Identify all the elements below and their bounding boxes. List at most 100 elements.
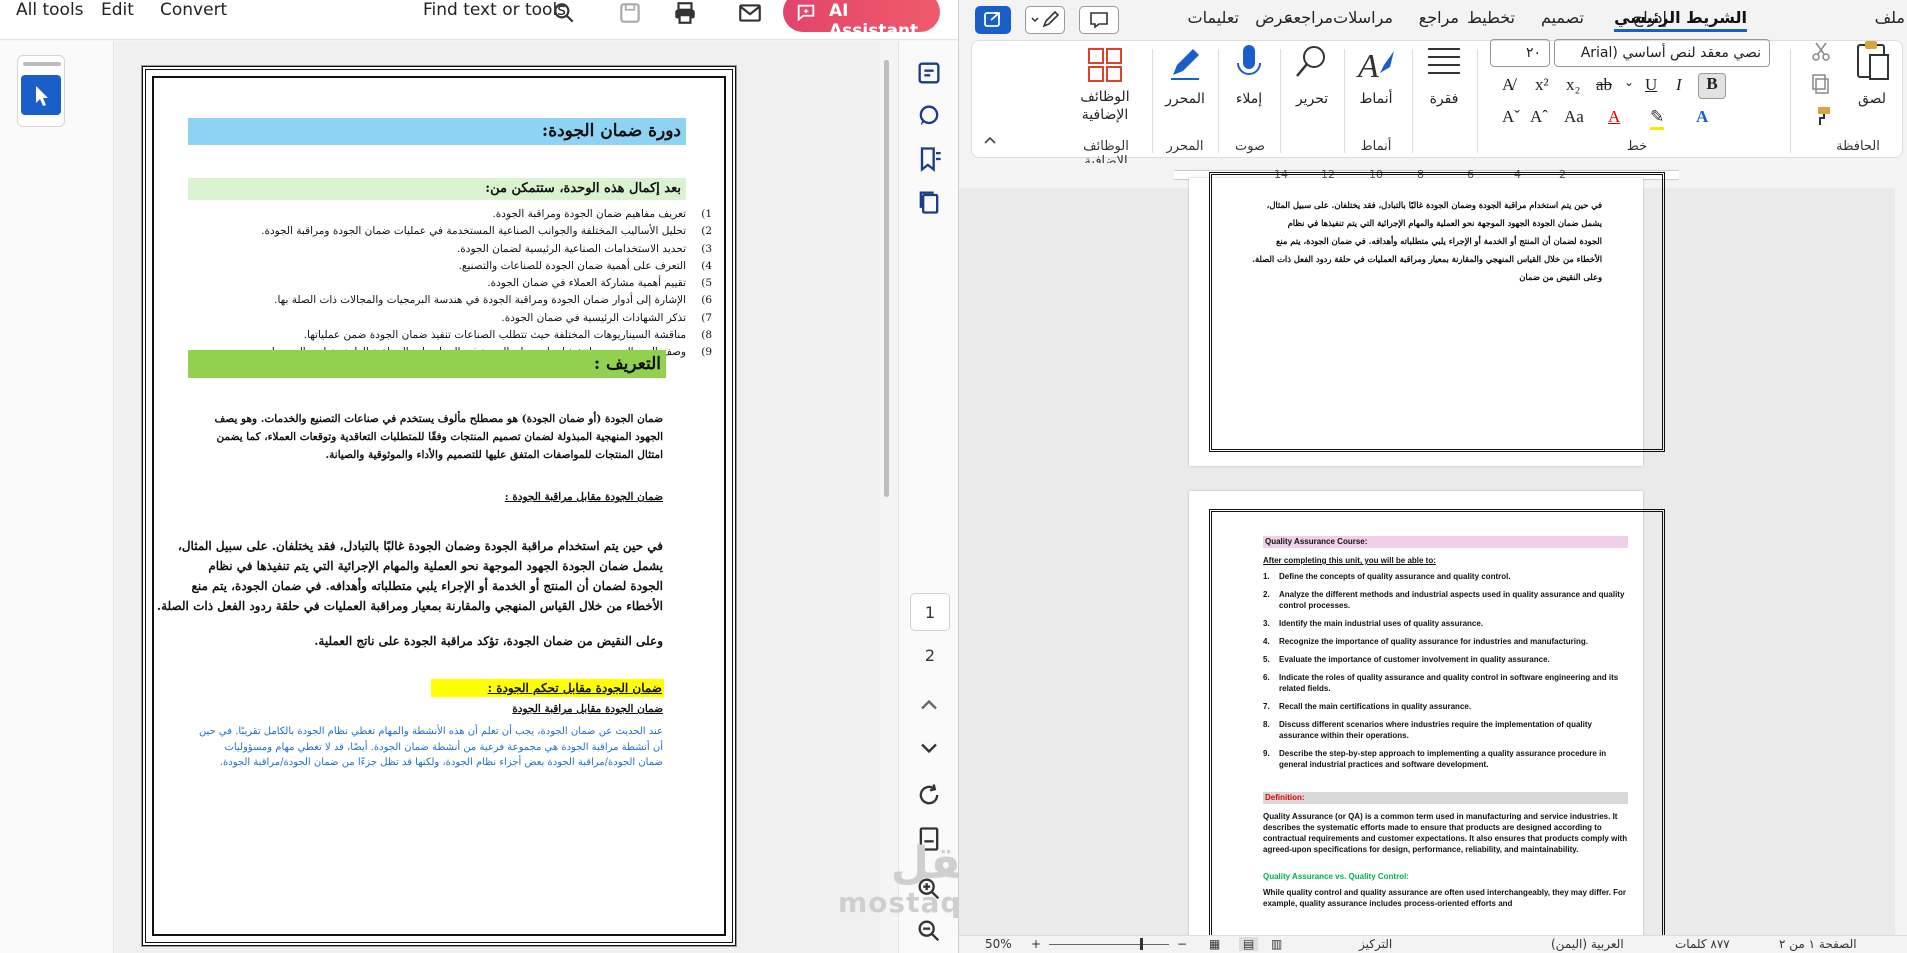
zoom-slider[interactable] xyxy=(1049,944,1169,945)
dictate-button-label[interactable]: إملاء xyxy=(1224,91,1274,107)
qa-vs-qc-closing: وعلى النقيض من ضمان الجودة، تؤكد مراقبة … xyxy=(314,634,663,648)
page-number-2[interactable]: 2 xyxy=(910,637,950,675)
menu-convert[interactable]: Convert xyxy=(160,0,227,20)
email-icon[interactable] xyxy=(737,0,763,26)
save-icon[interactable] xyxy=(617,0,643,26)
zoom-level[interactable]: 50% xyxy=(985,937,1012,951)
language-status[interactable]: العربية (اليمن) xyxy=(1551,937,1624,951)
pdf-scrollbar[interactable] xyxy=(884,60,889,497)
font-size-select[interactable]: ٢٠ xyxy=(1490,39,1550,67)
page-number-1[interactable]: 1 xyxy=(910,593,950,631)
paste-icon[interactable] xyxy=(1852,39,1892,83)
definition-heading: التعريف : xyxy=(188,350,666,378)
pdf-document-area[interactable]: دورة ضمان الجودة: بعد إكمال هذه الوحدة، … xyxy=(115,41,880,953)
menu-edit[interactable]: Edit xyxy=(101,0,134,20)
bold-button[interactable]: B xyxy=(1698,73,1726,99)
objective-item: 4) التعرف على أهمية ضمان الجودة للصناعات … xyxy=(188,258,732,275)
chevron-up-icon[interactable] xyxy=(915,691,943,719)
svg-text:A: A xyxy=(1356,48,1379,83)
highlight-icon[interactable]: ✎ xyxy=(1650,107,1665,130)
focus-mode[interactable]: التركيز xyxy=(1359,937,1392,951)
styles-button-label[interactable]: أنماط xyxy=(1350,91,1402,107)
comment-icon[interactable] xyxy=(915,102,943,130)
tab-6[interactable]: مراسلات xyxy=(1333,8,1393,27)
objective-text: مناقشة السيناريوهات المختلفة حيث تتطلب ا… xyxy=(303,329,686,342)
zoom-out-button[interactable]: − xyxy=(1177,937,1187,951)
zoom-in-button[interactable]: + xyxy=(1031,937,1041,951)
copy-icon[interactable] xyxy=(1810,73,1832,95)
font-name-select[interactable]: نصي معقد لنص أساسي (Arial xyxy=(1554,39,1770,67)
add-ins-icon[interactable] xyxy=(1087,47,1123,83)
highlighted-heading: ضمان الجودة مقابل تحكم الجودة : xyxy=(431,679,664,697)
find-icon[interactable] xyxy=(1292,43,1332,83)
objectives-intro: بعد إكمال هذه الوحدة، ستتمكن من: xyxy=(188,178,686,200)
word-vertical-scrollbar[interactable] xyxy=(1895,188,1907,935)
tab-4[interactable]: تخطيط xyxy=(1467,8,1515,27)
ai-assistant-button[interactable]: AI Assistant xyxy=(783,0,940,41)
print-icon[interactable] xyxy=(672,0,698,26)
format-painter-icon[interactable] xyxy=(1810,105,1832,127)
search-icon[interactable] xyxy=(551,0,577,26)
editor-icon[interactable] xyxy=(1165,45,1205,85)
web-layout-icon[interactable]: ▦ xyxy=(1209,937,1220,951)
page-status[interactable]: الصفحة ١ من ٢ xyxy=(1779,937,1857,951)
zoom-out-icon[interactable] xyxy=(915,917,943,945)
paragraph-icon[interactable] xyxy=(1426,45,1462,79)
objective-text: الإشارة إلى أدوار ضمان الجودة ومراقبة ال… xyxy=(274,294,686,307)
select-tool-button[interactable] xyxy=(21,75,61,115)
italic-icon[interactable]: I xyxy=(1676,75,1682,95)
paragraph-button-label[interactable]: فقرة xyxy=(1420,91,1468,107)
font-format-row-2: Aˇ Aˆ Aa A ✎ A xyxy=(1500,107,1770,133)
pages-icon[interactable] xyxy=(915,188,943,216)
pdf-right-rail: 1 2 xyxy=(898,41,958,953)
collapse-ribbon-icon[interactable] xyxy=(982,133,998,149)
zoom-slider-thumb[interactable] xyxy=(1140,938,1143,950)
menu-all-tools[interactable]: All tools xyxy=(16,0,84,20)
add-ins-button-label[interactable]: الوظائف الإضافية xyxy=(1068,88,1142,124)
objective-number: 2) xyxy=(701,225,712,238)
styles-icon[interactable]: A xyxy=(1356,43,1396,83)
text-effects-icon[interactable]: A xyxy=(1696,107,1708,127)
drag-handle[interactable] xyxy=(23,62,61,66)
tab-3[interactable]: تصميم xyxy=(1541,8,1584,27)
en-objective-text: Define the concepts of quality assurance… xyxy=(1279,572,1511,581)
shrink-font-icon[interactable]: Aˇ xyxy=(1502,107,1520,127)
strikethrough-icon[interactable]: ab xyxy=(1596,75,1612,95)
page-1-line: الأخطاء من خلال القياس المنهجي والمقارنة… xyxy=(1252,254,1602,264)
font-group-label: خط xyxy=(1626,139,1648,154)
read-mode-icon[interactable]: ▥ xyxy=(1271,937,1282,951)
superscript-icon[interactable]: x² xyxy=(1535,75,1549,95)
chevron-down-icon[interactable]: ⌄ xyxy=(1624,75,1634,90)
document-canvas[interactable]: في حين يتم استخدام مراقبة الجودة وضمان ا… xyxy=(959,172,1907,953)
grow-font-icon[interactable]: Aˆ xyxy=(1530,107,1548,127)
objective-text: تعريف مفاهيم ضمان الجودة ومراقبة الجودة. xyxy=(492,208,686,220)
editing-button-label[interactable]: تحرير xyxy=(1288,91,1336,107)
comments-button[interactable] xyxy=(1079,6,1119,34)
subscript-icon[interactable]: x₂ xyxy=(1566,75,1580,95)
cut-icon[interactable] xyxy=(1810,41,1832,63)
share-button[interactable] xyxy=(975,6,1011,34)
font-color-icon[interactable]: A xyxy=(1608,107,1620,127)
page-1-line: الجودة لضمان أن المنتج أو الخدمة أو الإج… xyxy=(1275,236,1602,246)
tab-5[interactable]: مراجع xyxy=(1419,8,1459,27)
bookmark-icon[interactable] xyxy=(915,145,943,173)
chevron-down-icon[interactable] xyxy=(915,734,943,762)
tab-2[interactable]: إدراج xyxy=(1633,8,1667,27)
tab-8[interactable]: عرض xyxy=(1255,8,1293,27)
ai-edit-icon[interactable] xyxy=(915,59,943,87)
underline-icon[interactable]: U xyxy=(1645,75,1657,95)
print-layout-icon[interactable]: ▤ xyxy=(1239,937,1259,951)
word-count[interactable]: ٨٧٧ كلمات xyxy=(1675,937,1730,951)
tab-9[interactable]: تعليمات xyxy=(1188,8,1239,27)
en-objective-item: 5. Evaluate the importance of customer in… xyxy=(1263,654,1628,665)
editing-mode-button[interactable] xyxy=(1025,6,1065,34)
refresh-icon[interactable] xyxy=(915,781,943,809)
editor-button-label[interactable]: المحرر xyxy=(1158,91,1212,107)
tab-0[interactable]: ملف xyxy=(1875,8,1905,27)
clear-formatting-icon[interactable]: A̸ xyxy=(1502,75,1514,95)
paste-button-label[interactable]: لصق xyxy=(1844,91,1900,107)
en-objective-number: 5. xyxy=(1263,655,1270,664)
change-case-icon[interactable]: Aa xyxy=(1564,107,1584,127)
find-tools-input[interactable]: Find text or tools xyxy=(423,0,566,20)
microphone-icon[interactable] xyxy=(1234,43,1264,83)
